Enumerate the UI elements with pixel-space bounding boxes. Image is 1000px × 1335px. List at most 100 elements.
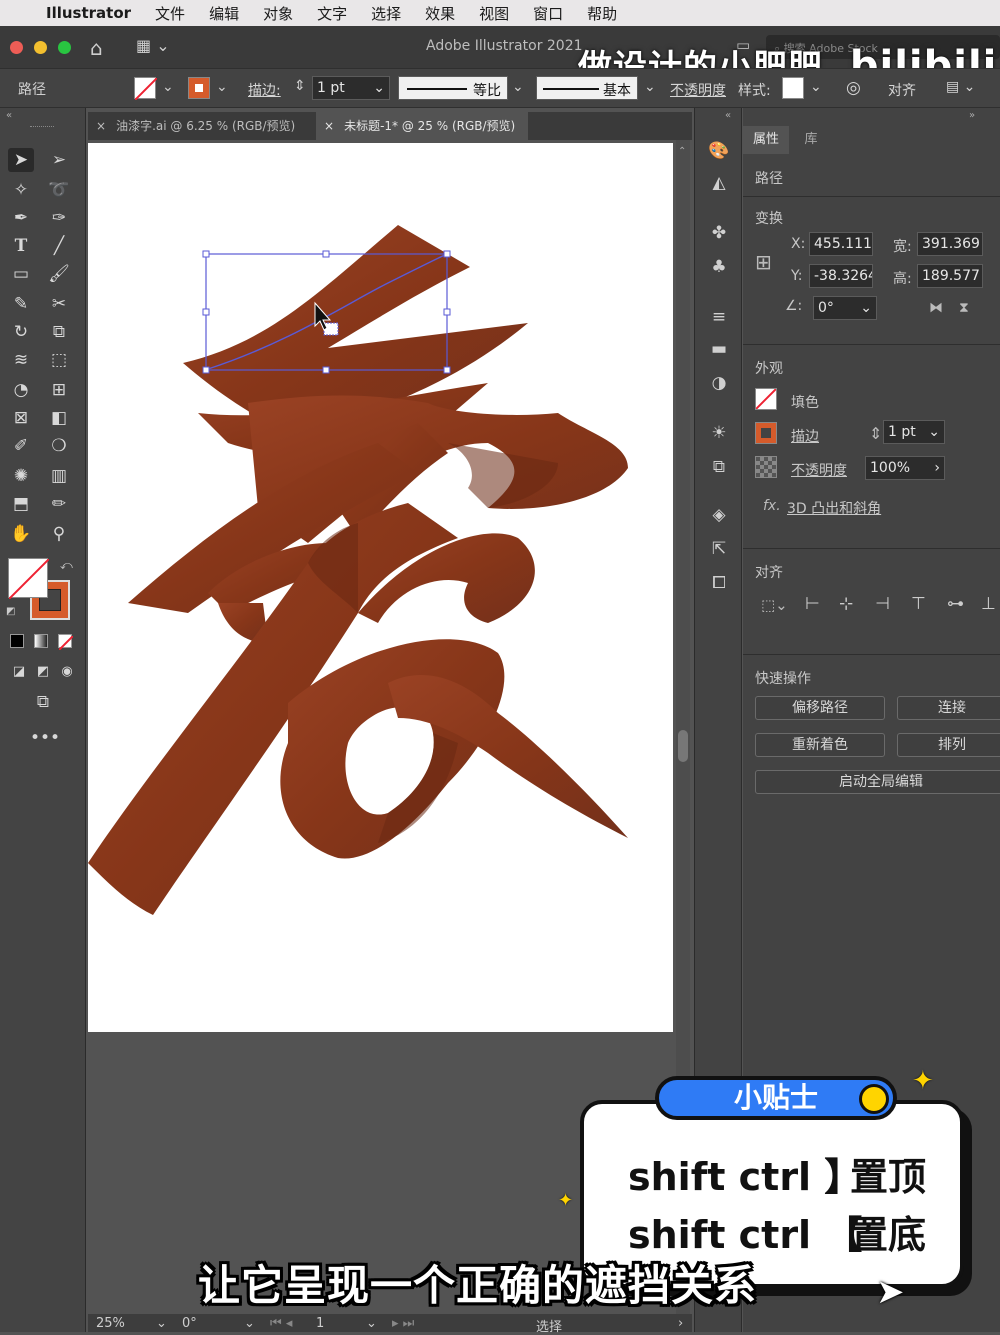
minimize-window-button[interactable]: [34, 41, 47, 54]
collapse-panels-icon[interactable]: «: [725, 110, 731, 121]
align-label[interactable]: 对齐: [888, 80, 916, 100]
tab-untitled-doc[interactable]: × 未标题-1* @ 25 % (RGB/预览): [316, 112, 528, 140]
stroke-label[interactable]: 描边: [791, 426, 819, 446]
tab-oil-paint-doc[interactable]: × 油漆字.ai @ 6.25 % (RGB/预览): [88, 112, 312, 140]
stroke-panel-icon[interactable]: ≡: [705, 304, 733, 330]
align-bottom-icon[interactable]: ⊥: [981, 594, 996, 614]
draw-normal-icon[interactable]: ◪: [6, 660, 32, 684]
curvature-tool-icon[interactable]: ✑: [46, 206, 72, 230]
tab-libraries[interactable]: 库: [791, 126, 831, 154]
opacity-input[interactable]: 100% ›: [865, 456, 945, 480]
selection-tool-icon[interactable]: ➤: [8, 148, 34, 172]
stroke-weight-field[interactable]: 1 pt ⌄: [883, 420, 945, 444]
collapse-properties-icon[interactable]: »: [969, 110, 975, 121]
draw-behind-icon[interactable]: ◩: [30, 660, 56, 684]
paintbrush-tool-icon[interactable]: 🖌: [46, 262, 72, 286]
menu-item-select[interactable]: 选择: [371, 3, 401, 24]
menu-item-edit[interactable]: 编辑: [209, 3, 239, 24]
stroke-weight-input[interactable]: 1 pt ⌄: [312, 76, 390, 100]
ribbon-calligraphy-artwork[interactable]: [88, 143, 673, 1032]
zoom-tool-icon[interactable]: ⚲: [46, 522, 72, 546]
variable-width-profile[interactable]: 等比: [398, 76, 508, 100]
fill-color-box[interactable]: [8, 558, 50, 600]
direct-selection-tool-icon[interactable]: ➢: [46, 148, 72, 172]
fill-dropdown-icon[interactable]: ⌄: [162, 79, 174, 95]
close-tab-icon[interactable]: ×: [324, 119, 334, 133]
rectangle-tool-icon[interactable]: ▭: [8, 262, 34, 286]
opacity-label[interactable]: 不透明度: [791, 460, 847, 480]
status-arrow-icon[interactable]: ›: [678, 1316, 683, 1331]
eyedropper-tool-icon[interactable]: ✐: [8, 434, 34, 458]
artboard-tool-icon[interactable]: ⬒: [8, 492, 34, 516]
opacity-label[interactable]: 不透明度: [670, 80, 726, 100]
align-top-icon[interactable]: ⊤: [911, 594, 926, 614]
stroke-swatch[interactable]: [188, 77, 210, 99]
zoom-window-button[interactable]: [58, 41, 71, 54]
menu-item-view[interactable]: 视图: [479, 3, 509, 24]
align-left-icon[interactable]: ⊢: [805, 594, 820, 614]
brush-definition[interactable]: 基本: [536, 76, 638, 100]
artboard[interactable]: [88, 143, 673, 1032]
x-input[interactable]: 455.111: [809, 232, 873, 256]
gradient-tool-icon[interactable]: ◧: [46, 406, 72, 430]
close-tab-icon[interactable]: ×: [96, 119, 106, 133]
free-transform-tool-icon[interactable]: ⬚: [46, 348, 72, 372]
mesh-tool-icon[interactable]: ⊠: [8, 406, 34, 430]
column-graph-tool-icon[interactable]: ▥: [46, 464, 72, 488]
artboard-nav-first-icon[interactable]: ⏮ ◂: [270, 1316, 292, 1331]
perspective-grid-tool-icon[interactable]: ⊞: [46, 378, 72, 402]
swap-fill-stroke-icon[interactable]: ⤺: [60, 558, 73, 573]
fx-icon[interactable]: fx.: [763, 498, 781, 514]
opacity-swatch[interactable]: [755, 456, 777, 478]
effect-3d-label[interactable]: 3D 凸出和斜角: [787, 498, 881, 518]
align-vcenter-icon[interactable]: ⊶: [947, 594, 964, 614]
slice-tool-icon[interactable]: ✏: [46, 492, 72, 516]
menu-item-window[interactable]: 窗口: [533, 3, 563, 24]
offset-path-button[interactable]: 偏移路径: [755, 696, 885, 720]
shaper-tool-icon[interactable]: ✎: [8, 292, 34, 316]
fill-swatch-panel[interactable]: [755, 388, 777, 410]
fill-swatch[interactable]: [134, 77, 158, 101]
appearance-panel-icon[interactable]: ☀: [705, 420, 733, 446]
profile-dropdown-icon[interactable]: ⌄: [512, 79, 524, 95]
pen-tool-icon[interactable]: ✒: [8, 206, 34, 230]
menu-app-name[interactable]: Illustrator: [46, 4, 131, 22]
scrollbar-thumb[interactable]: [678, 730, 688, 762]
lasso-tool-icon[interactable]: ➰: [46, 178, 72, 202]
align-hcenter-icon[interactable]: ⊹: [839, 594, 853, 614]
color-panel-icon[interactable]: 🎨: [705, 138, 733, 164]
stroke-stepper-icon[interactable]: ⇕: [869, 424, 882, 443]
gradient-mode-icon[interactable]: [34, 634, 48, 648]
align-options-icon[interactable]: ▤ ⌄: [946, 79, 975, 95]
toolbar-grip[interactable]: [30, 126, 54, 129]
brush-dropdown-icon[interactable]: ⌄: [644, 79, 656, 95]
menu-item-help[interactable]: 帮助: [587, 3, 617, 24]
width-input[interactable]: 391.369: [917, 232, 983, 256]
start-global-edit-button[interactable]: 启动全局编辑: [755, 770, 1000, 794]
home-icon[interactable]: ⌂: [90, 36, 103, 60]
artboards-panel-icon[interactable]: ⧠: [705, 570, 733, 596]
artboard-number[interactable]: 1: [316, 1316, 324, 1331]
align-right-icon[interactable]: ⊣: [875, 594, 890, 614]
stroke-stepper-icon[interactable]: ⇕: [294, 78, 306, 94]
artboard-dropdown-icon[interactable]: ⌄: [366, 1316, 377, 1331]
tab-properties[interactable]: 属性: [743, 126, 789, 154]
edit-toolbar-icon[interactable]: •••: [30, 726, 60, 750]
zoom-level[interactable]: 25%: [96, 1316, 125, 1331]
color-mode-icon[interactable]: [10, 634, 24, 648]
stroke-weight-label[interactable]: 描边:: [248, 80, 281, 100]
symbols-panel-icon[interactable]: ♣: [705, 254, 733, 280]
y-input[interactable]: -38.3264: [809, 264, 873, 288]
artboard-nav-last-icon[interactable]: ▸ ⏭: [392, 1316, 414, 1331]
recolor-button[interactable]: 重新着色: [755, 733, 885, 757]
line-tool-icon[interactable]: ╱: [46, 234, 72, 258]
blend-tool-icon[interactable]: ❍: [46, 434, 72, 458]
export-panel-icon[interactable]: ⇱: [705, 536, 733, 562]
gradient-panel-icon[interactable]: ▬: [705, 336, 733, 362]
color-guide-icon[interactable]: ◭: [705, 170, 733, 196]
layers-panel-icon[interactable]: ◈: [705, 502, 733, 528]
transparency-panel-icon[interactable]: ◑: [705, 370, 733, 396]
flip-vertical-icon[interactable]: ⧗: [959, 300, 969, 316]
hand-tool-icon[interactable]: ✋: [8, 522, 34, 546]
menu-item-file[interactable]: 文件: [155, 3, 185, 24]
